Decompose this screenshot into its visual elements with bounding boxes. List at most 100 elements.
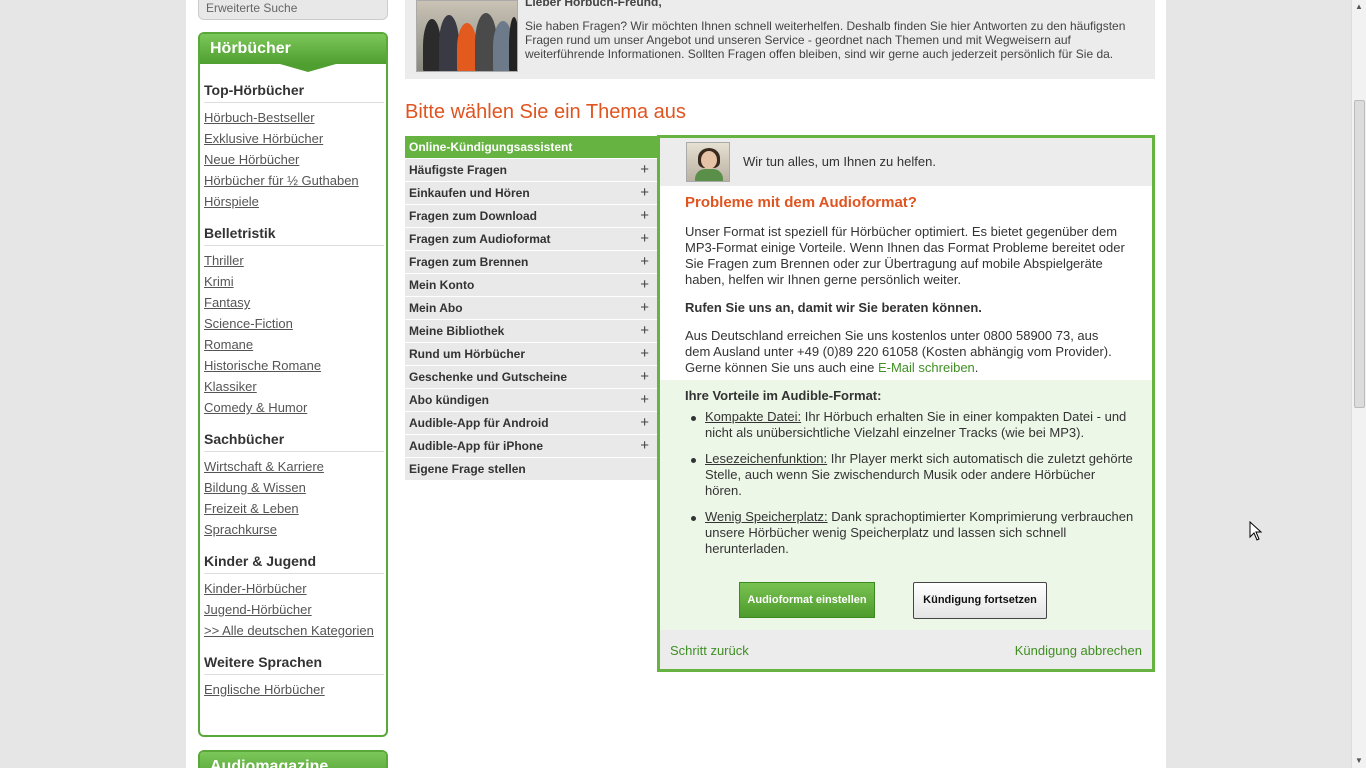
benefit-term: Wenig Speicherplatz: — [705, 509, 828, 524]
category-group: Sachbücher Wirtschaft & Karriere Bildung &… — [204, 431, 386, 543]
topic-item[interactable]: Audible-App für iPhone + — [405, 435, 659, 458]
topic-label: Rund um Hörbücher — [409, 347, 525, 361]
panel-intro-text: Unser Format ist speziell für Hörbücher … — [685, 224, 1125, 287]
expand-plus-icon[interactable]: + — [640, 253, 649, 270]
category-link[interactable]: Hörspiele — [204, 194, 386, 215]
category-link[interactable]: Romane — [204, 337, 386, 358]
panel-header: Wir tun alles, um Ihnen zu helfen. — [660, 138, 1152, 186]
topic-item[interactable]: Fragen zum Download + — [405, 205, 659, 228]
topic-label: Geschenke und Gutscheine — [409, 370, 568, 384]
category-link[interactable]: Science-Fiction — [204, 316, 386, 337]
category-group-title: Sachbücher — [204, 431, 384, 452]
page: Erweiterte Suche Hörbücher Top-Hörbücher… — [186, 0, 1166, 768]
topic-label: Fragen zum Audioformat — [409, 232, 551, 246]
intro-text: Sie haben Fragen? Wir möchten Ihnen schn… — [525, 19, 1126, 61]
contact-text-end: . — [974, 360, 979, 375]
topic-label: Abo kündigen — [409, 393, 489, 407]
category-link[interactable]: Klassiker — [204, 379, 386, 400]
scroll-down-icon[interactable]: ▼ — [1355, 756, 1363, 765]
audiomagazine-header[interactable]: Audiomagazine — [200, 752, 386, 768]
topic-label: Fragen zum Download — [409, 209, 538, 223]
expand-plus-icon[interactable]: + — [640, 299, 649, 316]
category-link[interactable]: Wirtschaft & Karriere — [204, 459, 386, 480]
audioformat-button[interactable]: Audioformat einstellen — [739, 582, 875, 618]
expand-plus-icon[interactable]: + — [640, 414, 649, 431]
topic-label: Meine Bibliothek — [409, 324, 505, 338]
category-list: Top-Hörbücher Hörbuch-Bestseller Exklusive… — [200, 64, 386, 703]
category-group-title: Belletristik — [204, 225, 384, 246]
topic-label: Einkaufen und Hören — [409, 186, 530, 200]
expand-plus-icon[interactable]: + — [640, 207, 649, 224]
section-title: Bitte wählen Sie ein Thema aus — [405, 101, 686, 123]
topic-item[interactable]: Rund um Hörbücher + — [405, 343, 659, 366]
expand-plus-icon[interactable]: + — [640, 345, 649, 362]
topic-item[interactable]: Fragen zum Brennen + — [405, 251, 659, 274]
scroll-up-icon[interactable]: ▲ — [1355, 2, 1363, 11]
category-link[interactable]: Sprachkurse — [204, 522, 386, 543]
expand-plus-icon[interactable]: + — [640, 161, 649, 178]
step-back-link[interactable]: Schritt zurück — [670, 643, 749, 658]
category-group: Top-Hörbücher Hörbuch-Bestseller Exklusive… — [204, 82, 386, 215]
category-link[interactable]: Kinder-Hörbücher — [204, 581, 386, 602]
category-link[interactable]: Hörbücher für ½ Guthaben — [204, 173, 386, 194]
topic-item[interactable]: Einkaufen und Hören + — [405, 182, 659, 205]
bullet-icon — [691, 416, 696, 421]
category-link[interactable]: Hörbuch-Bestseller — [204, 110, 386, 131]
category-link[interactable]: Historische Romane — [204, 358, 386, 379]
category-group-title: Kinder & Jugend — [204, 553, 384, 574]
category-link[interactable]: Comedy & Humor — [204, 400, 386, 421]
category-link[interactable]: Thriller — [204, 253, 386, 274]
mouse-cursor-icon — [1249, 521, 1263, 541]
audiomagazine-title: Audiomagazine — [210, 758, 329, 768]
topic-item[interactable]: Audible-App für Android + — [405, 412, 659, 435]
continue-cancellation-button[interactable]: Kündigung fortsetzen — [913, 582, 1047, 619]
category-box-header: Hörbücher — [200, 34, 386, 72]
benefit-item: Kompakte Datei: Ihr Hörbuch erhalten Sie… — [685, 409, 1135, 441]
category-link[interactable]: Exklusive Hörbücher — [204, 131, 386, 152]
category-box-title: Hörbücher — [210, 40, 291, 57]
abort-cancellation-link[interactable]: Kündigung abbrechen — [1015, 643, 1142, 658]
topic-item[interactable]: Eigene Frage stellen — [405, 458, 659, 481]
benefits-list: Kompakte Datei: Ihr Hörbuch erhalten Sie… — [685, 409, 1152, 557]
bullet-icon — [691, 458, 696, 463]
topic-item[interactable]: Geschenke und Gutscheine + — [405, 366, 659, 389]
expand-plus-icon[interactable]: + — [640, 437, 649, 454]
intro-greeting: Lieber Hörbuch-Freund, — [525, 0, 662, 9]
category-link[interactable]: Bildung & Wissen — [204, 480, 386, 501]
audiobooks-category-box: Hörbücher Top-Hörbücher Hörbuch-Bestselle… — [198, 32, 388, 737]
category-link[interactable]: Englische Hörbücher — [204, 682, 386, 703]
expand-plus-icon[interactable]: + — [640, 322, 649, 339]
panel-footer: Schritt zurück Kündigung abbrechen — [660, 630, 1152, 669]
topic-list: Online-Kündigungsassistent Häufigste Frag… — [405, 136, 659, 481]
category-link[interactable]: Neue Hörbücher — [204, 152, 386, 173]
topic-item[interactable]: Mein Konto + — [405, 274, 659, 297]
category-group: Weitere Sprachen Englische Hörbücher — [204, 654, 386, 703]
topic-item[interactable]: Online-Kündigungsassistent — [405, 136, 659, 159]
team-photo — [416, 0, 518, 72]
benefit-term: Kompakte Datei: — [705, 409, 802, 424]
expand-plus-icon[interactable]: + — [640, 184, 649, 201]
vertical-scrollbar[interactable]: ▲ ▼ — [1351, 0, 1366, 768]
category-group: Kinder & Jugend Kinder-Hörbücher Jugend-Hö… — [204, 553, 386, 644]
advanced-search-link[interactable]: Erweiterte Suche — [198, 0, 388, 20]
header-arrow-icon — [280, 64, 336, 72]
topic-item[interactable]: Abo kündigen + — [405, 389, 659, 412]
topic-item[interactable]: Meine Bibliothek + — [405, 320, 659, 343]
email-link[interactable]: E-Mail schreiben — [878, 360, 975, 375]
expand-plus-icon[interactable]: + — [640, 391, 649, 408]
topic-item[interactable]: Häufigste Fragen + — [405, 159, 659, 182]
category-group: Belletristik Thriller Krimi Fantasy Science-… — [204, 225, 386, 421]
expand-plus-icon[interactable]: + — [640, 368, 649, 385]
expand-plus-icon[interactable]: + — [640, 276, 649, 293]
category-link[interactable]: Jugend-Hörbücher — [204, 602, 386, 623]
category-link[interactable]: Krimi — [204, 274, 386, 295]
category-link[interactable]: Fantasy — [204, 295, 386, 316]
intro-box: Lieber Hörbuch-Freund, Sie haben Fragen?… — [405, 0, 1155, 79]
call-us-text: Rufen Sie uns an, damit wir Sie beraten … — [685, 300, 982, 315]
scroll-thumb[interactable] — [1354, 100, 1365, 408]
expand-plus-icon[interactable]: + — [640, 230, 649, 247]
topic-item[interactable]: Fragen zum Audioformat + — [405, 228, 659, 251]
category-link[interactable]: >> Alle deutschen Kategorien — [204, 623, 386, 644]
topic-item[interactable]: Mein Abo + — [405, 297, 659, 320]
category-link[interactable]: Freizeit & Leben — [204, 501, 386, 522]
